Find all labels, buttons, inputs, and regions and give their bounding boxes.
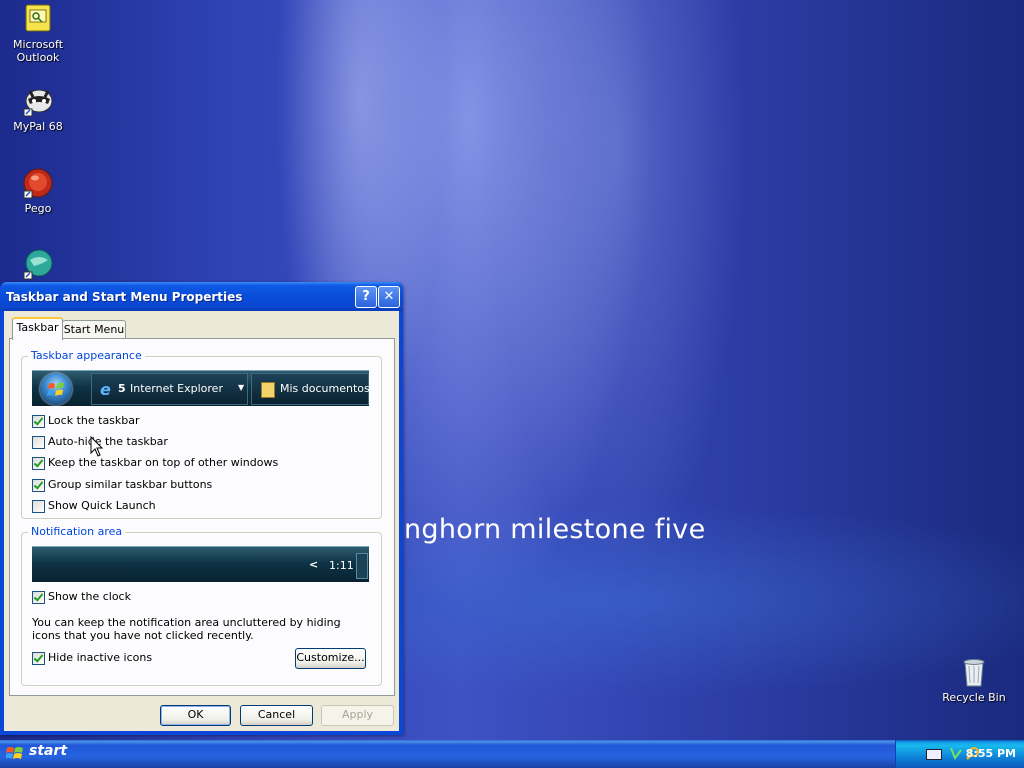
notification-preview: < 1:11 bbox=[32, 546, 369, 582]
checkbox-label: Group similar taskbar buttons bbox=[48, 478, 213, 491]
close-icon: ✕ bbox=[383, 289, 395, 304]
checkbox-box[interactable] bbox=[32, 457, 45, 470]
desktop-icon-pego[interactable]: Pego bbox=[0, 167, 76, 215]
windows-orb-icon bbox=[40, 373, 72, 405]
tab-start-menu[interactable]: Start Menu bbox=[62, 320, 126, 340]
desktop-icon-mypal[interactable]: MyPal 68 bbox=[0, 85, 76, 133]
dropdown-arrow-icon: ▼ bbox=[238, 383, 245, 392]
folder-icon bbox=[261, 382, 275, 398]
globe-shortcut-icon bbox=[22, 248, 54, 280]
ie-count: 5 bbox=[118, 382, 126, 395]
dialog-titlebar[interactable]: Taskbar and Start Menu Properties ? ✕ bbox=[0, 282, 403, 311]
tab-panel: Taskbar appearance e 5 Internet Explorer… bbox=[9, 338, 395, 696]
preview-edge bbox=[356, 553, 368, 579]
outlook-icon bbox=[22, 3, 54, 35]
preview-docs-button: Mis documentos bbox=[251, 373, 370, 405]
cancel-button[interactable]: Cancel bbox=[240, 705, 313, 726]
checkbox-label: Hide inactive icons bbox=[48, 651, 153, 664]
checkbox-label: Auto-hide the taskbar bbox=[48, 435, 168, 448]
group-title: Notification area bbox=[28, 525, 126, 538]
checkbox-box[interactable] bbox=[32, 415, 45, 428]
checkbox-label: Keep the taskbar on top of other windows bbox=[48, 456, 279, 469]
desktop-icon-label: Recycle Bin bbox=[942, 691, 1006, 704]
desktop-icon-outlook[interactable]: Microsoft Outlook bbox=[0, 3, 76, 64]
network-icon[interactable] bbox=[950, 746, 962, 761]
notification-description: You can keep the notification area unclu… bbox=[32, 616, 341, 642]
ie-label: Internet Explorer bbox=[130, 382, 223, 395]
preview-ie-button: e 5 Internet Explorer ▼ bbox=[91, 373, 248, 405]
mouse-cursor-icon bbox=[90, 435, 104, 458]
checkbox-label: Show the clock bbox=[48, 590, 131, 603]
checkbox-box[interactable] bbox=[32, 500, 45, 513]
dialog-title: Taskbar and Start Menu Properties bbox=[6, 290, 243, 304]
taskbar-appearance-group: Taskbar appearance e 5 Internet Explorer… bbox=[21, 349, 382, 519]
tab-taskbar[interactable]: Taskbar bbox=[12, 317, 63, 340]
checkbox-box[interactable] bbox=[32, 436, 45, 449]
wallpaper-text: nghorn milestone five bbox=[404, 514, 706, 545]
internet-explorer-icon: e bbox=[100, 380, 111, 399]
taskbar-properties-dialog: Taskbar and Start Menu Properties ? ✕ Ta… bbox=[0, 282, 403, 735]
desktop-icon-recycle-bin[interactable]: Recycle Bin bbox=[936, 656, 1012, 704]
ok-button[interactable]: OK bbox=[160, 705, 231, 726]
checkbox-label: Show Quick Launch bbox=[48, 499, 156, 512]
group-title: Taskbar appearance bbox=[28, 349, 145, 362]
docs-label: Mis documentos bbox=[280, 382, 370, 395]
dialog-client-area: Taskbar Start Menu Taskbar appearance e … bbox=[4, 311, 399, 731]
taskbar-clock[interactable]: 8:55 PM bbox=[966, 747, 1016, 760]
preview-clock: 1:11 bbox=[329, 559, 354, 572]
help-icon: ? bbox=[362, 289, 370, 304]
mypal-raccoon-icon bbox=[22, 85, 54, 117]
notification-area-group: Notification area < 1:11 Show the clock … bbox=[21, 525, 382, 686]
start-button[interactable]: start bbox=[0, 740, 96, 768]
keyboard-icon[interactable] bbox=[926, 749, 942, 760]
desktop-icon-globe[interactable] bbox=[0, 248, 76, 283]
help-button[interactable]: ? bbox=[355, 286, 377, 308]
close-button[interactable]: ✕ bbox=[378, 286, 400, 308]
checkbox-box[interactable] bbox=[32, 479, 45, 492]
checkbox-box[interactable] bbox=[32, 652, 45, 665]
pego-icon bbox=[22, 167, 54, 199]
checkbox-label: Lock the taskbar bbox=[48, 414, 140, 427]
desktop-icon-label: Pego bbox=[24, 202, 52, 215]
windows-flag-icon bbox=[5, 745, 24, 763]
tab-label: Taskbar bbox=[16, 321, 59, 334]
show-hidden-icons-arrow: < bbox=[309, 558, 319, 571]
recycle-bin-icon bbox=[958, 656, 990, 688]
system-tray: 8:55 PM bbox=[895, 740, 1024, 768]
taskbar-preview: e 5 Internet Explorer ▼ Mis documentos bbox=[32, 370, 370, 406]
customize-button[interactable]: Customize... bbox=[295, 648, 366, 669]
desktop-icon-label: Microsoft Outlook bbox=[12, 38, 64, 64]
start-label: start bbox=[29, 743, 68, 759]
checkbox-box[interactable] bbox=[32, 591, 45, 604]
apply-button[interactable]: Apply bbox=[321, 705, 394, 726]
tab-label: Start Menu bbox=[63, 323, 125, 336]
desktop-icon-label: MyPal 68 bbox=[13, 120, 63, 133]
taskbar: start 8:55 PM bbox=[0, 740, 1024, 768]
